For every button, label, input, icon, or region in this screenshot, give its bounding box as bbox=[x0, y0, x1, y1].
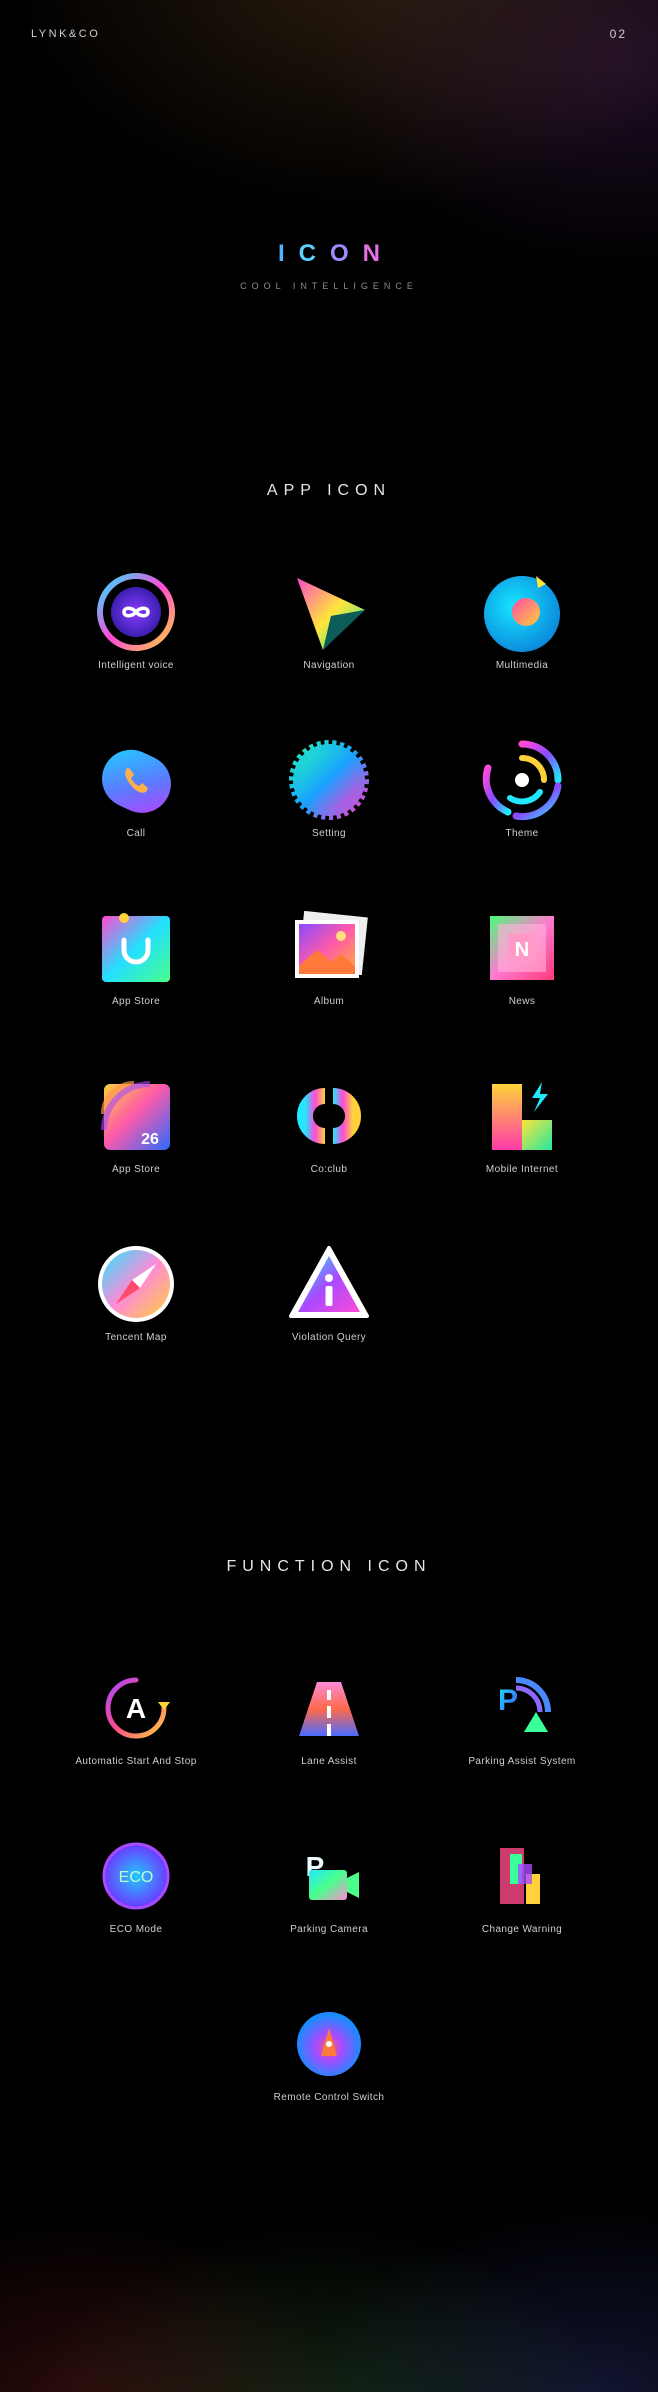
app-item-news[interactable]: N News bbox=[422, 906, 622, 1007]
auto-start-stop-icon: A bbox=[94, 1666, 178, 1750]
app-item-intelligent-voice[interactable]: Intelligent voice bbox=[36, 570, 236, 671]
title-letter: O bbox=[330, 240, 363, 267]
app-item-violation-query[interactable]: Violation Query bbox=[229, 1242, 429, 1343]
svg-text:N: N bbox=[515, 939, 529, 961]
title-letter: C bbox=[298, 240, 330, 267]
parking-camera-icon: P bbox=[287, 1834, 371, 1918]
app-item-label: App Store bbox=[111, 996, 161, 1007]
app-item-mobile-internet[interactable]: Mobile Internet bbox=[422, 1074, 622, 1175]
app-item-theme[interactable]: Theme bbox=[422, 738, 622, 839]
function-item-parking-camera[interactable]: P Parking Camera bbox=[229, 1834, 429, 1935]
app-item-label: Navigation bbox=[303, 660, 355, 671]
compass-icon bbox=[94, 1242, 178, 1326]
app-item-label: Setting bbox=[312, 828, 346, 839]
calendar-icon: 26 bbox=[94, 1074, 178, 1158]
function-item-label: Parking Assist System bbox=[468, 1756, 576, 1767]
calendar-date: 26 bbox=[141, 1131, 159, 1148]
spiral-icon bbox=[480, 738, 564, 822]
lane-road-icon bbox=[287, 1666, 371, 1750]
function-item-change-warning[interactable]: Change Warning bbox=[422, 1834, 622, 1935]
app-item-label: Multimedia bbox=[495, 660, 549, 671]
function-item-eco-mode[interactable]: ECO ECO Mode bbox=[36, 1834, 236, 1935]
title-letter: N bbox=[362, 240, 395, 267]
function-item-label: Automatic Start And Stop bbox=[75, 1756, 197, 1767]
page-number: 02 bbox=[609, 27, 627, 41]
app-item-album[interactable]: Album bbox=[229, 906, 429, 1007]
eco-mode-icon: ECO bbox=[94, 1834, 178, 1918]
app-item-app-store-calendar[interactable]: 26 App Store bbox=[36, 1074, 236, 1175]
app-item-label: Co:club bbox=[310, 1164, 348, 1175]
page-title: ICON bbox=[0, 240, 658, 268]
page-subtitle: COOL INTELLIGENCE bbox=[240, 281, 418, 291]
phone-icon bbox=[94, 738, 178, 822]
app-section-title: APP ICON bbox=[266, 482, 392, 499]
function-item-label: Change Warning bbox=[481, 1924, 563, 1935]
news-icon: N bbox=[480, 906, 564, 990]
lightning-chart-icon bbox=[480, 1074, 564, 1158]
shopping-bag-icon bbox=[94, 906, 178, 990]
parking-glyph: P bbox=[498, 1684, 518, 1717]
photo-album-icon bbox=[287, 906, 371, 990]
coclub-icon bbox=[287, 1074, 371, 1158]
eco-glyph: ECO bbox=[119, 1869, 154, 1886]
title-letter: I bbox=[277, 240, 299, 267]
app-item-label: Mobile Internet bbox=[485, 1164, 559, 1175]
function-item-label: Remote Control Switch bbox=[273, 2092, 385, 2103]
change-warning-icon bbox=[480, 1834, 564, 1918]
infinity-ring-icon bbox=[94, 570, 178, 654]
music-disc-icon bbox=[480, 570, 564, 654]
app-item-label: Theme bbox=[505, 828, 539, 839]
app-item-label: Violation Query bbox=[291, 1332, 367, 1343]
function-item-parking-assist[interactable]: P Parking Assist System bbox=[422, 1666, 622, 1767]
navigation-arrow-icon bbox=[287, 570, 371, 654]
auto-glyph: A bbox=[126, 1693, 146, 1724]
app-item-setting[interactable]: Setting bbox=[229, 738, 429, 839]
app-item-tencent-map[interactable]: Tencent Map bbox=[36, 1242, 236, 1343]
app-item-coclub[interactable]: Co:club bbox=[229, 1074, 429, 1175]
app-item-label: Call bbox=[126, 828, 146, 839]
function-item-label: ECO Mode bbox=[109, 1924, 163, 1935]
gear-icon bbox=[287, 738, 371, 822]
brand-logo: LYNK&CO bbox=[31, 28, 101, 40]
parking-assist-icon: P bbox=[480, 1666, 564, 1750]
function-section-title: FUNCTION ICON bbox=[226, 1558, 432, 1575]
app-item-label: App Store bbox=[111, 1164, 161, 1175]
function-item-lane-assist[interactable]: Lane Assist bbox=[229, 1666, 429, 1767]
app-item-app-store[interactable]: App Store bbox=[36, 906, 236, 1007]
function-item-label: Parking Camera bbox=[290, 1924, 368, 1935]
warning-info-icon bbox=[287, 1242, 371, 1326]
app-item-label: Album bbox=[313, 996, 345, 1007]
function-item-label: Lane Assist bbox=[301, 1756, 357, 1767]
app-item-label: Intelligent voice bbox=[98, 660, 174, 671]
remote-control-icon bbox=[287, 2002, 371, 2086]
app-item-call[interactable]: Call bbox=[36, 738, 236, 839]
app-item-label: News bbox=[508, 996, 536, 1007]
function-item-remote-control[interactable]: Remote Control Switch bbox=[229, 2002, 429, 2103]
app-item-label: Tencent Map bbox=[105, 1332, 167, 1343]
app-item-multimedia[interactable]: Multimedia bbox=[422, 570, 622, 671]
app-item-navigation[interactable]: Navigation bbox=[229, 570, 429, 671]
function-item-auto-start-stop[interactable]: A Automatic Start And Stop bbox=[36, 1666, 236, 1767]
